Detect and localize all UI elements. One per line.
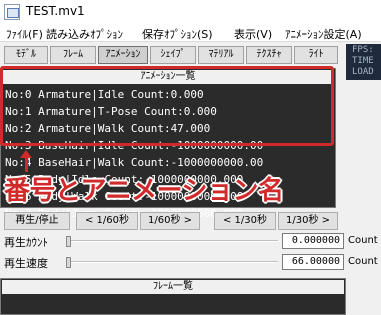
play-speed-unit: Count [348, 256, 378, 267]
tab-material[interactable]: ﾏﾃﾘｱﾙ [198, 46, 244, 64]
step-back-30-button[interactable]: < 1/30秒 [214, 212, 276, 230]
menu-view[interactable]: 表示(V) [234, 26, 272, 42]
tab-frame[interactable]: ﾌﾚｰﾑ [50, 46, 96, 64]
play-stop-button[interactable]: 再生/停止 [4, 212, 70, 230]
stat-fps: FPS: [352, 45, 374, 55]
step-forward-30-button[interactable]: 1/30秒 > [278, 212, 338, 230]
step-forward-60-button[interactable]: 1/60秒 > [140, 212, 200, 230]
app-icon [4, 4, 20, 20]
arrow-up-icon [20, 150, 32, 172]
tab-shape[interactable]: ｼｪｲﾌﾟ [150, 46, 196, 64]
play-speed-value[interactable]: 66.00000 [282, 254, 344, 270]
play-count-value[interactable]: 0.000000 [282, 233, 344, 249]
menu-animation-settings[interactable]: ｱﾆﾒｰｼｮﾝ設定(A) [285, 26, 362, 42]
play-speed-label: 再生速度 [4, 257, 48, 270]
step-back-60-button[interactable]: < 1/60秒 [76, 212, 138, 230]
menu-file[interactable]: ﾌｧｲﾙ(F) [6, 26, 43, 42]
annotation-label: 番号とアニメーション名 [4, 176, 284, 206]
play-count-label: 再生ｶｳﾝﾄ [4, 236, 48, 249]
menu-save-options[interactable]: 保存ｵﾌﾟｼｮﾝ(S) [142, 26, 213, 42]
window-title: TEST.mv1 [26, 4, 85, 18]
stat-time: TIME [352, 56, 374, 66]
play-count-unit: Count [348, 235, 378, 246]
frame-list[interactable]: ﾌﾚｰﾑ一覧 [0, 278, 346, 315]
frame-list-header: ﾌﾚｰﾑ一覧 [2, 280, 344, 294]
title-bar: TEST.mv1 [0, 0, 381, 24]
list-item[interactable]: No:4 BaseHair|Walk Count:-1000000000.00 [3, 154, 333, 171]
highlight-box [0, 66, 334, 146]
stat-load: LOAD [352, 67, 374, 77]
viewport-stats: FPS: TIME LOAD [346, 44, 381, 80]
tab-light[interactable]: ﾗｲﾄ [294, 46, 338, 64]
menu-load-options[interactable]: 読み込みｵﾌﾟｼｮﾝ [46, 26, 123, 42]
tab-animation[interactable]: ｱﾆﾒｰｼｮﾝ [98, 46, 148, 64]
play-count-track[interactable] [68, 240, 278, 242]
tab-model[interactable]: ﾓﾃﾞﾙ [4, 46, 48, 64]
play-speed-track[interactable] [68, 261, 278, 263]
menu-bar: ﾌｧｲﾙ(F) 読み込みｵﾌﾟｼｮﾝ 保存ｵﾌﾟｼｮﾝ(S) 表示(V) ｱﾆﾒ… [0, 24, 381, 42]
play-count-thumb[interactable] [66, 236, 71, 247]
tab-texture[interactable]: ﾃｸｽﾁｬ [246, 46, 292, 64]
play-speed-thumb[interactable] [66, 257, 71, 268]
tab-bar: ﾓﾃﾞﾙ ﾌﾚｰﾑ ｱﾆﾒｰｼｮﾝ ｼｪｲﾌﾟ ﾏﾃﾘｱﾙ ﾃｸｽﾁｬ ﾗｲﾄ [0, 44, 381, 68]
